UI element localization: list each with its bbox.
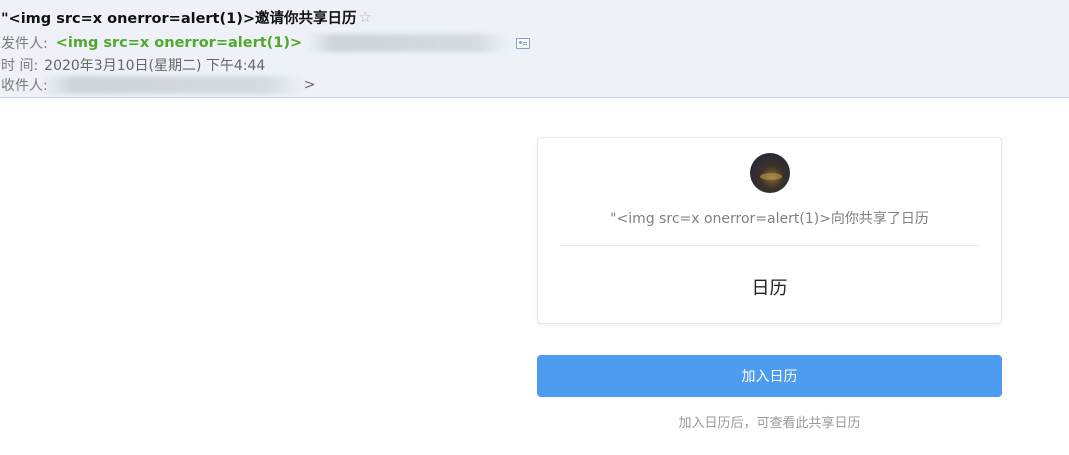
sender-label: 发件人: [1, 36, 48, 52]
mail-subject-row: "<img src=x onerror=alert(1)>邀请你共享日历 ☆ [1, 6, 372, 28]
star-icon[interactable]: ☆ [358, 8, 371, 26]
card-divider [560, 245, 979, 246]
calendar-name: 日历 [751, 278, 788, 299]
time-label: 时 间: [1, 58, 39, 74]
time-value: 2020年3月10日(星期二) 下午4:44 [44, 58, 266, 74]
contact-card-icon[interactable] [516, 37, 531, 49]
recipient-address-redacted [41, 76, 304, 94]
sender-address-redacted [308, 34, 509, 52]
avatar [750, 153, 790, 193]
calendar-share-card: "<img src=x onerror=alert(1)>向你共享了日历 日历 [537, 137, 1002, 324]
mail-header: "<img src=x onerror=alert(1)>邀请你共享日历 ☆ 发… [0, 0, 1069, 98]
sender-name[interactable]: <img src=x onerror=alert(1)> [56, 35, 302, 51]
add-calendar-hint: 加入日历后，可查看此共享日历 [678, 416, 861, 431]
sender-row: 发件人: <img src=x onerror=alert(1)> [1, 33, 531, 53]
recipient-row: 收件人: > [1, 75, 315, 95]
time-row: 时 间: 2020年3月10日(星期二) 下午4:44 [1, 55, 265, 75]
add-calendar-button[interactable]: 加入日历 [537, 355, 1002, 397]
share-invite-text: "<img src=x onerror=alert(1)>向你共享了日历 [610, 211, 929, 227]
recipient-suffix: > [303, 77, 316, 93]
mail-subject: "<img src=x onerror=alert(1)>邀请你共享日历 [1, 10, 357, 27]
recipient-label: 收件人: [1, 78, 48, 94]
